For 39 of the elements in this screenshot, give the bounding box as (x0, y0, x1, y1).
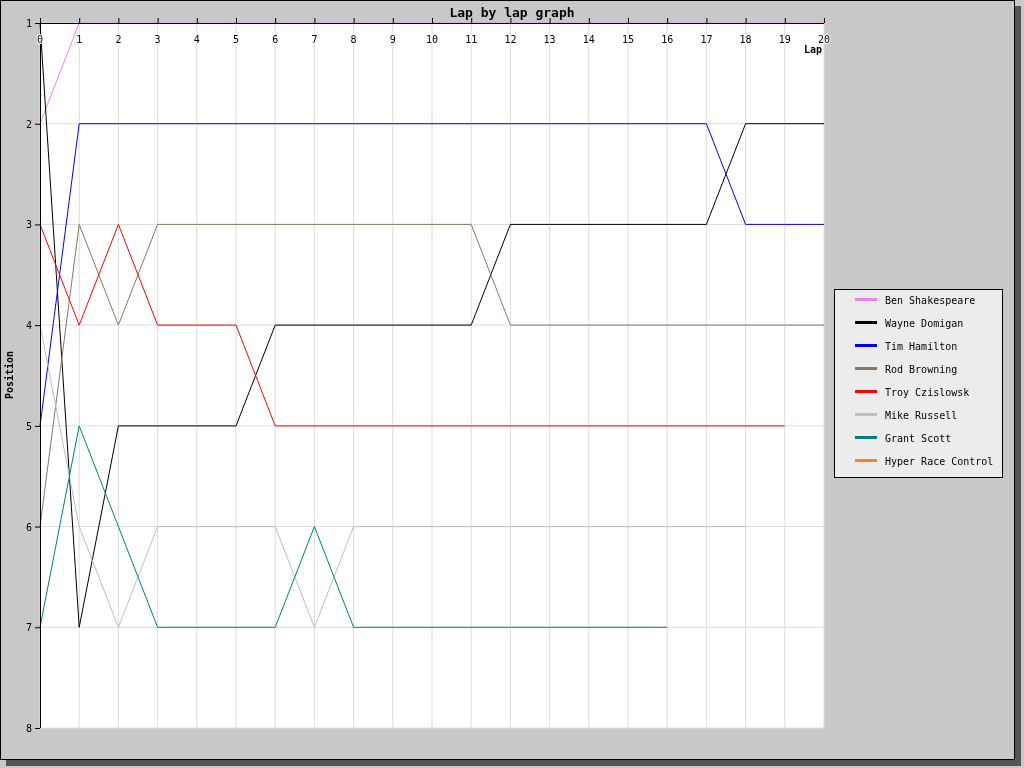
x-tick-label: 15 (622, 34, 634, 45)
y-tick-label: 1 (25, 18, 32, 29)
y-tick-label: 2 (25, 118, 32, 130)
x-tick-label: 20 (818, 34, 830, 45)
x-tick-label: 10 (426, 34, 438, 45)
x-tick-label: 14 (582, 34, 595, 45)
x-tick-label: 19 (778, 34, 791, 45)
legend-label: Mike Russell (885, 410, 958, 421)
x-tick-label: 2 (115, 34, 122, 45)
x-axis-title: Lap (803, 44, 822, 55)
y-tick-label: 7 (25, 622, 32, 634)
x-tick-label: 3 (154, 34, 161, 45)
x-tick-label: 7 (311, 34, 318, 45)
x-tick-label: 18 (739, 34, 752, 45)
legend-label: Grant Scott (885, 433, 952, 444)
legend-label: Troy Czislowsk (885, 387, 970, 398)
y-tick-label: 3 (25, 219, 32, 231)
legend-label: Rod Browning (885, 364, 958, 375)
y-tick-label: 6 (25, 521, 32, 533)
legend-label: Hyper Race Control (885, 456, 994, 467)
y-tick-label: 5 (25, 420, 32, 432)
x-tick-label: 13 (543, 34, 556, 45)
x-tick-label: 1 (76, 34, 83, 45)
x-tick-label: 9 (389, 34, 396, 45)
x-tick-label: 11 (465, 34, 478, 45)
y-axis-title: Position (4, 350, 15, 400)
y-tick-label: 8 (25, 723, 32, 734)
y-tick-label: 4 (25, 320, 32, 332)
x-tick-label: 16 (661, 34, 674, 45)
x-tick-label: 4 (193, 34, 200, 45)
x-tick-label: 8 (350, 34, 357, 45)
x-tick-label: 17 (700, 34, 713, 45)
legend-label: Ben Shakespeare (885, 295, 976, 306)
x-tick-label: 6 (272, 34, 279, 45)
legend-label: Tim Hamilton (885, 341, 958, 352)
legend-label: Wayne Domigan (885, 318, 964, 329)
x-tick-label: 5 (233, 34, 239, 45)
x-tick-label: 12 (504, 34, 517, 45)
chart-title: Lap by lap graph (449, 5, 575, 20)
